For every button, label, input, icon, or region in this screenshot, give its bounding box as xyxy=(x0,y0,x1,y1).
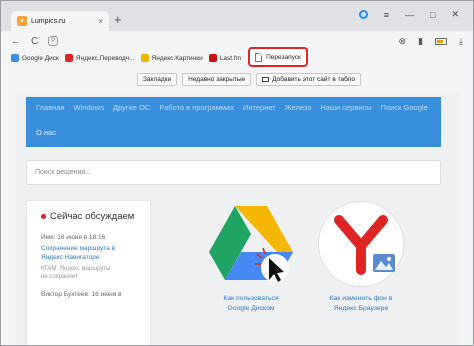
nav-item-programs[interactable]: Работа в программах xyxy=(159,103,234,112)
article-title-line: Google Диском xyxy=(227,305,275,312)
bookmark-label: Перезапуск xyxy=(266,53,301,61)
widget-title-text: Сейчас обсуждаем xyxy=(50,211,135,222)
bookmark-label: Яндекс.Картинки xyxy=(151,54,203,62)
yandex-translate-icon xyxy=(64,54,73,62)
bookmark-label: Google Диск xyxy=(22,54,59,62)
comment-link[interactable]: Сохранение маршрута в Яндекс Навигаторе xyxy=(41,244,136,262)
article-card-google-drive[interactable]: Как пользоваться Google Диском xyxy=(196,200,306,314)
nav-item-hardware[interactable]: Железо xyxy=(285,103,312,112)
bookmark-restart-highlighted[interactable]: Перезапуск xyxy=(248,47,308,67)
new-tab-button[interactable]: + xyxy=(114,13,122,26)
comment-link-line: Сохранение маршрута в xyxy=(41,245,116,252)
tab-strip: ● Lumpics.ru × + ≡ — □ ✕ xyxy=(1,1,473,31)
yandex-images-icon xyxy=(140,54,149,62)
comment-meta: Имя: 16 июня в 18:16 xyxy=(41,234,106,241)
tab-lumpics[interactable]: ● Lumpics.ru × xyxy=(11,11,109,31)
nav-item-internet[interactable]: Интернет xyxy=(243,103,276,112)
bookmark-yandex-translate[interactable]: Яндекс.Переводч... xyxy=(64,54,135,62)
alice-icon[interactable] xyxy=(358,10,368,19)
add-to-board-button[interactable]: Добавить этот сайт в табло xyxy=(256,73,362,86)
navigation-bar: ← C P ⊗ ▮ ⤓ xyxy=(1,31,473,51)
bookmark-label: Яндекс.Переводч... xyxy=(75,54,135,62)
reload-icon[interactable]: C xyxy=(31,36,38,47)
nav-item-other-os[interactable]: Другие ОС xyxy=(113,103,150,112)
menu-icon[interactable]: ≡ xyxy=(384,10,389,20)
lastfm-icon xyxy=(208,54,217,62)
nav-item-windows[interactable]: Windows xyxy=(74,103,104,112)
article-title-line: Как пользоваться xyxy=(223,295,279,302)
live-dot-icon xyxy=(41,214,46,219)
nav-item-google-search[interactable]: Поиск Google xyxy=(381,103,428,112)
article-title-line: Как изменить фон в xyxy=(329,295,393,302)
google-drive-logo-icon xyxy=(207,200,295,288)
yandex-browser-logo-icon xyxy=(317,200,405,288)
tab-title: Lumpics.ru xyxy=(31,17,66,25)
article-title-line: Яндекс Браузере xyxy=(333,305,389,312)
window-controls: ≡ — □ ✕ xyxy=(358,9,473,20)
maximize-button[interactable]: □ xyxy=(430,10,435,20)
site-navigation: Главная Windows Другие ОС Работа в прогр… xyxy=(26,97,441,147)
google-drive-icon xyxy=(11,54,19,62)
browser-window: ● Lumpics.ru × + ≡ — □ ✕ ← C P ⊗ ▮ ⤓ Goo… xyxy=(0,0,474,346)
recently-closed-button[interactable]: Недавно закрытые xyxy=(182,73,252,86)
bookmark-label: Last.fm xyxy=(219,54,242,62)
download-icon[interactable]: ⤓ xyxy=(459,36,463,47)
comment-link-line: Яндекс Навигаторе xyxy=(41,254,100,261)
nav-item-services[interactable]: Наши сервисы xyxy=(320,103,371,112)
nav-item-about[interactable]: О нас xyxy=(36,128,56,137)
screen-icon xyxy=(262,77,270,82)
comment-excerpt-line: КГАМ: Яндекс маршруты xyxy=(41,266,111,272)
discussion-widget: Сейчас обсуждаем Имя: 16 июня в 18:16 Со… xyxy=(26,200,151,345)
bookmarks-button[interactable]: Закладки xyxy=(137,73,178,86)
block-icon[interactable]: ⊗ xyxy=(399,36,407,47)
article-title[interactable]: Как изменить фон в Яндекс Браузере xyxy=(306,294,416,314)
protect-icon[interactable]: P xyxy=(48,36,59,46)
bookmark-google-drive[interactable]: Google Диск xyxy=(11,54,59,62)
lumpics-favicon-icon: ● xyxy=(17,16,27,26)
bookmarks-bar: Google Диск Яндекс.Переводч... Яндекс.Ка… xyxy=(1,51,473,65)
bookmark-yandex-images[interactable]: Яндекс.Картинки xyxy=(140,54,203,62)
close-button[interactable]: ✕ xyxy=(451,9,459,20)
tab-close-icon[interactable]: × xyxy=(98,17,103,26)
comment-excerpt-line: не сохраняет xyxy=(41,274,78,280)
tableau-actions: Закладки Недавно закрытые Добавить этот … xyxy=(137,73,362,86)
battery-icon[interactable] xyxy=(435,37,448,45)
widget-title: Сейчас обсуждаем xyxy=(41,211,136,222)
nav-right-tools: ⊗ ▮ ⤓ xyxy=(399,36,463,47)
comment-meta: Виктор Бухтеев: 16 июня в xyxy=(41,291,122,298)
page-content: Главная Windows Другие ОС Работа в прогр… xyxy=(16,92,460,345)
back-icon[interactable]: ← xyxy=(11,36,21,47)
minimize-button[interactable]: — xyxy=(405,10,414,20)
site-search-input[interactable]: Поиск решения... xyxy=(26,160,441,185)
bookmark-lastfm[interactable]: Last.fm xyxy=(208,54,242,62)
document-icon xyxy=(255,52,263,62)
add-to-board-label: Добавить этот сайт в табло xyxy=(272,76,356,83)
article-card-yandex-browser[interactable]: Как изменить фон в Яндекс Браузере xyxy=(306,200,416,314)
article-title[interactable]: Как пользоваться Google Диском xyxy=(196,294,306,314)
bookmark-icon[interactable]: ▮ xyxy=(418,36,423,47)
comment-excerpt: КГАМ: Яндекс маршруты не сохраняет xyxy=(41,265,136,281)
site-nav-row: Главная Windows Другие ОС Работа в прогр… xyxy=(36,103,428,112)
nav-item-home[interactable]: Главная xyxy=(36,103,65,112)
